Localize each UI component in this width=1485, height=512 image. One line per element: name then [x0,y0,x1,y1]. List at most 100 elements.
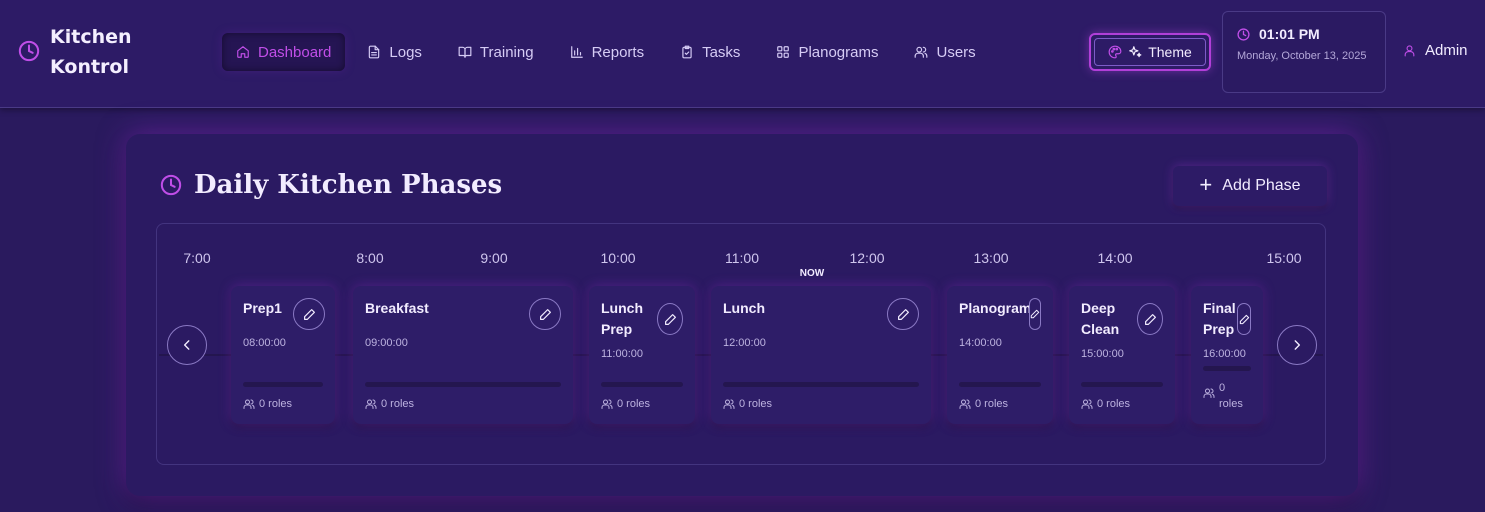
phase-card-final-prep[interactable]: Final Prep 16:00:00 0 roles [1191,286,1263,424]
nav-label: Tasks [702,43,741,61]
add-phase-label: Add Phase [1222,177,1301,194]
phase-time: 08:00:00 [243,337,286,349]
clock-icon [160,174,182,196]
scroll-left-button[interactable] [167,325,207,365]
user-icon [1404,45,1415,57]
roles-count: 0 roles [739,398,773,410]
phase-card-planogram[interactable]: Planogram 14:00:00 0 roles [947,286,1053,424]
theme-label: Theme [1148,44,1192,60]
phase-progress-bar [1203,366,1251,371]
phase-time: 16:00:00 [1203,348,1246,360]
phase-progress-bar [365,382,561,387]
roles-count: 0 roles [1219,382,1243,410]
nav-planograms[interactable]: Planograms [762,33,892,71]
bar-chart-icon [570,46,583,58]
roles-count: 0 roles [259,398,293,410]
edit-phase-button[interactable] [1029,298,1041,330]
current-date: Monday, October 13, 2025 [1237,50,1367,62]
roles-count: 0 roles [975,398,1009,410]
hour-label: 15:00 [1266,250,1302,266]
phase-card-deep-clean[interactable]: Deep Clean 15:00:00 0 roles [1069,286,1175,424]
pencil-icon [1239,314,1249,324]
book-open-icon [458,46,472,58]
phase-time: 11:00:00 [601,348,644,360]
grid-icon [777,46,790,58]
hour-label: 14:00 [1097,250,1133,266]
pencil-icon [539,308,551,320]
phase-roles: 0 roles [601,398,650,410]
page-title: Daily Kitchen Phases [194,170,503,200]
pencil-icon [303,308,315,320]
nav-dashboard[interactable]: Dashboard [222,33,346,71]
nav-label: Logs [389,43,422,61]
hour-label: 10:00 [600,250,636,266]
nav-label: Planograms [798,43,879,61]
phase-roles: 0 roles [723,398,772,410]
top-navbar: Kitchen Kontrol Dashboard Logs Training … [0,0,1485,108]
pencil-icon [897,308,909,320]
scroll-right-button[interactable] [1277,325,1317,365]
users-icon [1203,388,1215,398]
user-name: Admin [1425,42,1468,59]
edit-phase-button[interactable] [1137,303,1163,335]
sparkles-icon [1129,46,1142,58]
phase-roles: 0 roles [1081,398,1130,410]
add-phase-button[interactable]: + Add Phase [1173,166,1327,206]
hour-label: 8:00 [356,250,384,266]
brand[interactable]: Kitchen Kontrol [18,22,140,82]
pencil-icon [664,313,676,325]
nav-tasks[interactable]: Tasks [666,33,754,71]
phase-roles: 0 roles [365,398,414,410]
phase-timeline: 7:00 8:00 9:00 10:00 11:00 12:00 13:00 1… [156,223,1326,465]
phase-card-lunch-prep[interactable]: Lunch Prep 11:00:00 0 roles [589,286,695,424]
edit-phase-button[interactable] [887,298,919,330]
phase-card-breakfast[interactable]: Breakfast 09:00:00 0 roles [353,286,573,424]
phase-card-prep1[interactable]: Prep1 08:00:00 0 roles [231,286,335,424]
user-menu[interactable]: Admin [1403,42,1468,59]
roles-count: 0 roles [381,398,415,410]
app-title: Kitchen Kontrol [50,26,132,78]
now-marker: NOW [799,268,825,279]
palette-icon [1108,45,1122,59]
phase-time: 15:00:00 [1081,348,1124,360]
phase-card-lunch[interactable]: Lunch 12:00:00 0 roles [711,286,931,424]
users-icon [915,46,928,58]
phase-name: Lunch Prep [601,300,643,337]
hour-label: 11:00 [725,250,759,266]
users-icon [243,399,255,409]
phase-progress-bar [723,382,919,387]
nav-label: Users [936,43,976,61]
phase-progress-bar [243,382,323,387]
hour-label: 13:00 [973,250,1009,266]
nav-users[interactable]: Users [900,33,989,71]
users-icon [365,399,377,409]
plus-icon: + [1199,172,1213,197]
phase-progress-bar [1081,382,1163,387]
users-icon [959,399,971,409]
roles-count: 0 roles [1097,398,1131,410]
hour-label: 7:00 [183,250,211,266]
clock-icon [1237,27,1250,41]
home-icon [237,46,249,58]
file-text-icon [369,45,380,59]
phase-time: 14:00:00 [959,337,1002,349]
phase-time: 09:00:00 [365,337,408,349]
hour-label: 12:00 [849,250,885,266]
nav-reports[interactable]: Reports [556,33,659,71]
main-nav: Dashboard Logs Training Reports Tasks Pl… [222,32,998,72]
chevron-left-icon [183,340,190,350]
theme-button[interactable]: Theme [1089,33,1211,71]
phase-progress-bar [601,382,683,387]
nav-training[interactable]: Training [444,33,548,71]
nav-logs[interactable]: Logs [353,33,436,71]
clock-icon [18,40,40,62]
edit-phase-button[interactable] [1237,303,1251,335]
phase-roles: 0 roles [1203,380,1243,412]
edit-phase-button[interactable] [293,298,325,330]
edit-phase-button[interactable] [529,298,561,330]
chevron-right-icon [1294,340,1301,350]
clock-widget: 01:01 PM Monday, October 13, 2025 [1222,11,1386,93]
hour-label: 9:00 [480,250,508,266]
users-icon [1081,399,1093,409]
edit-phase-button[interactable] [657,303,683,335]
